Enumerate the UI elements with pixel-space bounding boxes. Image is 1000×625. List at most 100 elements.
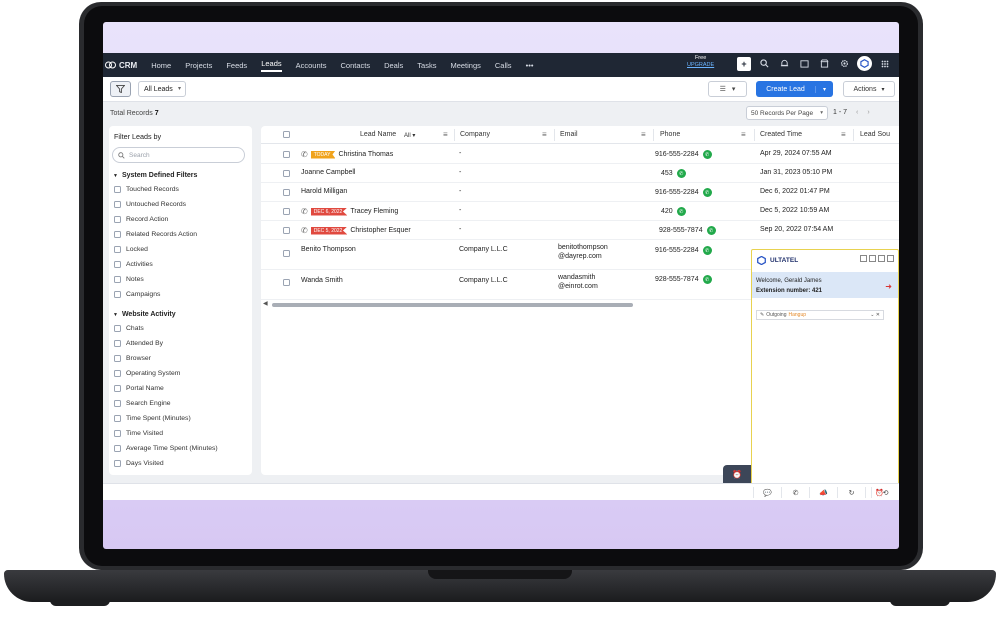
checkbox[interactable] [114,291,121,298]
select-all-checkbox[interactable] [283,131,290,138]
filter-item[interactable]: Search Engine [114,400,171,407]
table-row[interactable]: Wanda Smith Company L.L.C wandasmith @ei… [261,270,755,300]
nav-calls[interactable]: Calls [495,61,512,70]
table-row[interactable]: ✆ DEC 6, 2022 Tracey Fleming - 420 ✆ Dec… [261,202,899,221]
lead-name-link[interactable]: Christopher Esquer [350,227,410,234]
phone-icon[interactable]: ✆ [301,150,308,159]
filter-item[interactable]: Locked [114,246,148,253]
lead-name-link[interactable]: Joanne Campbell [301,169,355,176]
call-transfer-icon[interactable]: ↻ [837,487,865,498]
filter-item[interactable]: Time Visited [114,430,163,437]
column-menu-icon[interactable]: ≡ [641,130,646,139]
call-icon[interactable]: ✆ [702,275,712,284]
checkbox[interactable] [114,276,121,283]
checkbox[interactable] [114,246,121,253]
website-activity-header[interactable]: ▼ Website Activity [113,311,176,318]
lead-name-link[interactable]: Tracey Fleming [350,208,398,215]
checkbox[interactable] [114,216,121,223]
filter-item[interactable]: Time Spent (Minutes) [114,415,191,422]
row-checkbox[interactable] [283,151,290,158]
call-icon[interactable]: ✆ [702,246,712,255]
dialpad-icon[interactable] [878,255,885,262]
filter-item[interactable]: Days Visited [114,460,164,467]
col-email[interactable]: Email [560,131,578,138]
chat-icon[interactable]: 💬 [753,487,781,498]
phone-icon[interactable]: ✆ [301,226,308,235]
row-checkbox[interactable] [283,279,290,286]
bell-icon[interactable] [777,57,791,71]
checkbox[interactable] [114,430,121,437]
filter-item[interactable]: Notes [114,276,144,283]
system-filters-header[interactable]: ▼ System Defined Filters [113,172,197,179]
records-per-page-select[interactable]: 50 Records Per Page ▾ [746,106,828,120]
megaphone-icon[interactable]: 📣 [809,487,837,498]
col-company[interactable]: Company [460,131,490,138]
close-icon[interactable]: ⌄ ✕ [870,312,880,318]
upgrade-link[interactable]: UPGRADE [687,62,714,69]
filter-item[interactable]: Untouched Records [114,201,186,208]
row-checkbox[interactable] [283,170,290,177]
list-view-toggle[interactable]: ☰ ▾ [708,81,747,97]
col-phone[interactable]: Phone [660,131,680,138]
create-lead-dropdown[interactable]: ▾ [816,86,833,93]
alarm-clock-button[interactable]: ⏰ [723,465,751,483]
nav-contacts[interactable]: Contacts [340,61,370,70]
column-menu-icon[interactable]: ≡ [443,130,448,139]
history-icon[interactable]: ⟲ [871,487,899,498]
checkbox[interactable] [114,231,121,238]
filter-item[interactable]: Chats [114,325,144,332]
settings-icon[interactable] [837,57,851,71]
checkbox[interactable] [114,445,121,452]
filter-item[interactable]: Related Records Action [114,231,197,238]
table-row[interactable]: ✆ DEC 5, 2022 Christopher Esquer - 928-5… [261,221,899,240]
call-icon[interactable]: ✆ [702,188,712,197]
minimize-icon[interactable] [887,255,894,262]
email-line[interactable]: wandasmith [558,273,598,282]
table-row[interactable]: Joanne Campbell - 453 ✆ Jan 31, 2023 05:… [261,164,899,183]
checkbox[interactable] [114,186,121,193]
filter-item[interactable]: Browser [114,355,151,362]
nav-feeds[interactable]: Feeds [226,61,247,70]
lead-name-link[interactable]: Wanda Smith [301,277,343,284]
phone-number[interactable]: 928-555-7874 [655,276,699,283]
column-menu-icon[interactable]: ≡ [542,130,547,139]
filter-item[interactable]: Operating System [114,370,180,377]
lead-name-link[interactable]: Benito Thompson [301,246,356,253]
close-icon[interactable] [860,255,867,262]
create-lead-button[interactable]: Create Lead ▾ [756,81,833,97]
checkbox[interactable] [114,385,121,392]
row-checkbox[interactable] [283,189,290,196]
checkbox[interactable] [114,400,121,407]
calendar-icon[interactable] [797,57,811,71]
user-avatar[interactable] [857,56,872,71]
phone-number[interactable]: 916-555-2284 [655,151,699,158]
phone-icon[interactable]: ✆ [781,487,809,498]
table-row[interactable]: Harold Milligan - 916-555-2284 ✆ Dec 6, … [261,183,899,202]
nav-tasks[interactable]: Tasks [417,61,436,70]
filter-item[interactable]: Portal Name [114,385,164,392]
phone-icon[interactable]: ✆ [301,207,308,216]
filter-search-input[interactable]: Search [112,147,245,163]
row-checkbox[interactable] [283,227,290,234]
call-icon[interactable]: ✆ [676,207,686,216]
nav-meetings[interactable]: Meetings [450,61,480,70]
phone-number[interactable]: 916-555-2284 [655,189,699,196]
table-row[interactable]: Benito Thompson Company L.L.C benitothom… [261,240,755,270]
checkbox[interactable] [114,460,121,467]
checkbox[interactable] [114,370,121,377]
column-menu-icon[interactable]: ≡ [841,130,846,139]
row-checkbox[interactable] [283,208,290,215]
col-lead-name[interactable]: Lead Name [360,131,396,138]
email-line[interactable]: @dayrep.com [558,252,608,261]
call-icon[interactable]: ✆ [676,169,686,178]
nav-projects[interactable]: Projects [185,61,212,70]
horizontal-scrollbar[interactable] [272,303,633,307]
filter-item[interactable]: Activities [114,261,153,268]
row-checkbox[interactable] [283,250,290,257]
next-page-icon[interactable]: › [867,109,869,116]
settings-icon[interactable] [869,255,876,262]
phone-number[interactable]: 420 [661,208,673,215]
col-created-time[interactable]: Created Time [760,131,802,138]
col-lead-source[interactable]: Lead Sou [860,131,890,138]
filter-item[interactable]: Attended By [114,340,163,347]
